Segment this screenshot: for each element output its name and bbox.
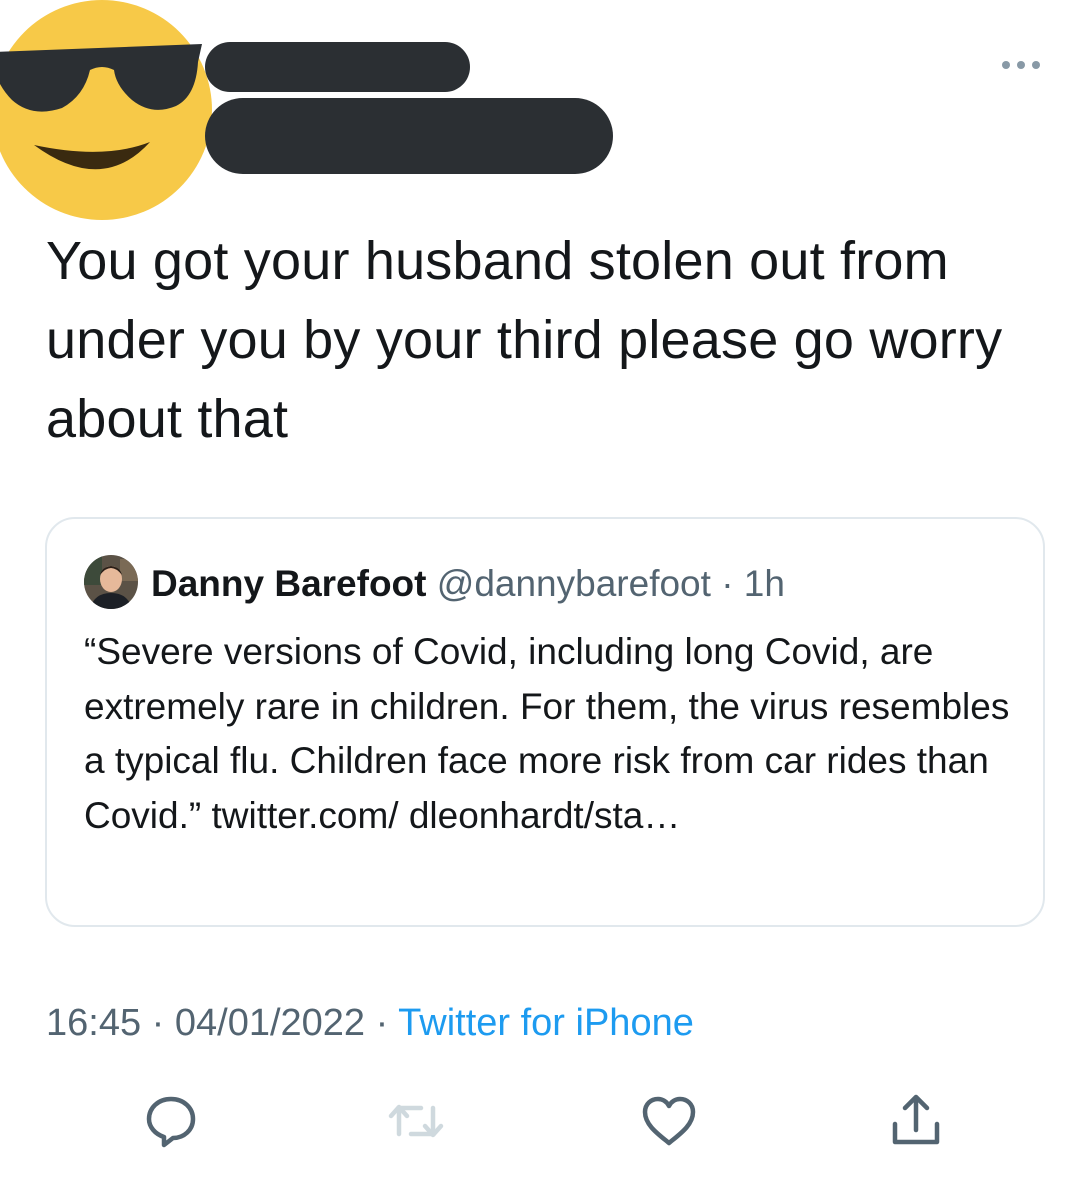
tweet-metadata: 16:45 · 04/01/2022 · Twitter for iPhone	[46, 997, 694, 1049]
avatar[interactable]	[0, 0, 212, 220]
retweet-icon	[388, 1104, 444, 1138]
redacted-display-name	[205, 42, 470, 92]
reply-icon	[146, 1096, 196, 1148]
more-horizontal-icon[interactable]	[996, 52, 1046, 78]
heart-icon	[642, 1096, 696, 1146]
quoted-separator: ·	[721, 563, 734, 604]
meta-separator: ·	[375, 1002, 389, 1044]
meta-separator: ·	[151, 1002, 165, 1044]
tweet-source-link[interactable]: Twitter for iPhone	[398, 1002, 694, 1044]
like-button[interactable]	[638, 1090, 700, 1152]
quoted-author-handle: @dannybarefoot	[436, 563, 711, 604]
share-button[interactable]	[885, 1090, 947, 1152]
quoted-tweet-header: Danny Barefoot @dannybarefoot · 1h	[151, 561, 785, 607]
share-icon	[892, 1094, 940, 1145]
quoted-time-ago: 1h	[743, 563, 785, 604]
redacted-username	[205, 98, 613, 174]
sunglasses-emoji-icon	[0, 0, 212, 220]
retweet-button[interactable]	[385, 1090, 447, 1152]
tweet-date: 04/01/2022	[174, 1002, 366, 1044]
quoted-author-name: Danny Barefoot	[151, 563, 427, 604]
tweet-text: You got your husband stolen out from und…	[46, 231, 1003, 449]
reply-button[interactable]	[140, 1090, 202, 1152]
quoted-tweet-text: “Severe versions of Covid, including lon…	[84, 631, 1010, 836]
tweet-detail: You got your husband stolen out from und…	[0, 0, 1092, 1200]
quoted-tweet-card[interactable]: Danny Barefoot @dannybarefoot · 1h “Seve…	[45, 517, 1045, 927]
quoted-author-avatar	[84, 555, 138, 609]
tweet-time: 16:45	[46, 1002, 142, 1044]
